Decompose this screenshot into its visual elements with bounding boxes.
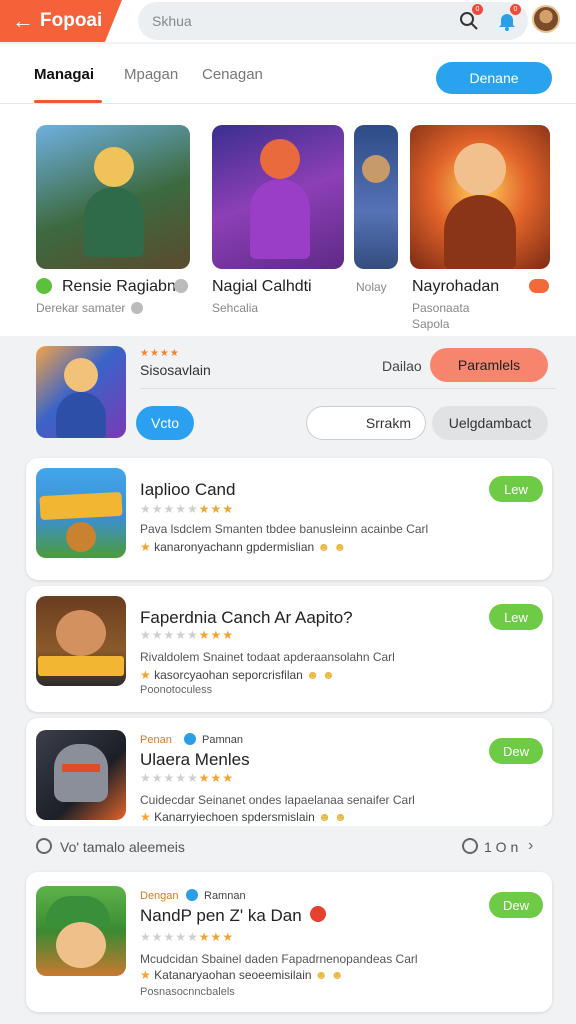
card-description: Cuidecdar Seinanet ondes lapaelanaa sena… xyxy=(140,793,415,807)
radio-button[interactable] xyxy=(36,838,52,854)
card-description-2: ★ kasorcyaohan seporcrisfilan ☻ ☻ xyxy=(140,668,335,682)
featured-subtitle-4b: Sapola xyxy=(412,317,450,331)
promo-title: Sisosavlain xyxy=(140,362,211,378)
featured-title-3[interactable]: Nolay xyxy=(356,280,387,294)
list-item[interactable]: Faperdnia Canch Ar Aapito? ★★★★★★★★ Riva… xyxy=(26,586,552,712)
tab-mpagan[interactable]: Mpagan xyxy=(124,66,178,83)
bell-badge: 0 xyxy=(510,4,521,15)
search-icon[interactable]: 0 xyxy=(458,4,483,32)
featured-thumbnail-4[interactable] xyxy=(410,125,550,269)
pager-label: Vo' tamalo aleemeis xyxy=(60,839,185,855)
card-title: Ulaera Menles xyxy=(140,750,250,769)
featured-subtitle-1: Derekar samater xyxy=(36,301,126,315)
radio-button[interactable] xyxy=(462,838,478,854)
star-rating: ★★★★★★★★ xyxy=(140,628,235,642)
arrow-left-icon: ← xyxy=(12,8,34,33)
info-icon xyxy=(174,279,188,293)
featured-title-1[interactable]: Rensie Ragiabn xyxy=(62,278,176,296)
card-title: Faperdnia Canch Ar Aapito? xyxy=(140,608,353,627)
card-description: Pava lsdclem Smanten tbdee banusleinn ac… xyxy=(140,522,429,536)
card-action-button[interactable]: Dew xyxy=(489,892,543,918)
game-icon xyxy=(36,886,126,976)
outline-button[interactable]: Srrakm xyxy=(306,406,426,440)
hot-icon xyxy=(529,279,549,293)
tab-active-indicator xyxy=(34,100,102,103)
list-item[interactable]: Iaplioo Cand ★★★★★★★★ Pava lsdclem Smant… xyxy=(26,458,552,580)
card-action-button[interactable]: Lew xyxy=(489,476,543,502)
list-item[interactable]: Dengan Ramnan NandP pen Z' ka Dan ★★★★★★… xyxy=(26,872,552,1012)
top-bar: ← Fopoai Skhua 0 0 xyxy=(0,0,576,42)
game-icon xyxy=(36,468,126,558)
card-tag-2: Pamnan xyxy=(202,734,243,746)
featured-subtitle-2: Sehcalia xyxy=(212,301,259,315)
card-tag: Dengan xyxy=(140,890,179,902)
card-title: NandP pen Z' ka Dan xyxy=(140,906,302,925)
card-action-button[interactable]: Lew xyxy=(489,604,543,630)
featured-title-4[interactable]: Nayrohadan xyxy=(412,278,499,296)
star-rating: ★★★★★★★★ xyxy=(140,930,235,944)
list-item[interactable]: Penan Pamnan Ulaera Menles ★★★★★★★★ Cuid… xyxy=(26,718,552,826)
hot-icon xyxy=(310,906,326,922)
verified-icon xyxy=(184,733,196,745)
card-description-3: Posnasocnncbalels xyxy=(140,986,235,998)
card-description-2: ★ Katanaryaohan seoeemisilain ☻ ☻ xyxy=(140,968,344,982)
promo-link[interactable]: Dailao xyxy=(382,358,422,374)
card-description: Rivaldolem Snainet todaat apderaansolahn… xyxy=(140,650,395,664)
search-badge: 0 xyxy=(472,4,483,15)
search-placeholder: Skhua xyxy=(152,13,192,29)
tabs-bar: Managai Mpagan Cenagan Denane xyxy=(0,44,576,104)
card-description-3: Poonotoculess xyxy=(140,684,213,696)
brand-back-button[interactable]: ← Fopoai xyxy=(0,0,122,42)
verified-icon xyxy=(36,278,52,294)
game-icon xyxy=(36,730,126,820)
avatar[interactable] xyxy=(532,5,560,33)
promo-primary-button[interactable]: Paramlels xyxy=(430,348,548,382)
pager-bar: Vo' tamalo aleemeis 1 O n › xyxy=(0,826,576,868)
brand-name: Fopoai xyxy=(40,10,103,31)
promo-rating: ★★★★ xyxy=(140,348,180,359)
info-icon xyxy=(131,302,143,314)
card-tag-2: Ramnan xyxy=(204,890,246,902)
verified-icon xyxy=(186,889,198,901)
divider xyxy=(140,388,556,389)
card-tag: Penan xyxy=(140,734,172,746)
header-action-button[interactable]: Denane xyxy=(436,62,552,94)
gray-button[interactable]: Uelgdambact xyxy=(432,406,548,440)
star-rating: ★★★★★★★★ xyxy=(140,502,235,516)
chevron-right-icon[interactable]: › xyxy=(528,837,533,855)
bell-icon[interactable]: 0 xyxy=(496,4,521,32)
featured-thumbnail-2[interactable] xyxy=(212,125,344,269)
featured-thumbnail-1[interactable] xyxy=(36,125,190,269)
promo-thumbnail[interactable] xyxy=(36,346,126,438)
star-rating: ★★★★★★★★ xyxy=(140,771,235,785)
tab-cenagan[interactable]: Cenagan xyxy=(202,66,263,83)
tab-managai[interactable]: Managai xyxy=(34,66,94,83)
card-description-2: ★ Kanarryiechoen spdersmislain ☻ ☻ xyxy=(140,810,347,824)
game-icon xyxy=(36,596,126,686)
card-description: Mcudcidan Sbainel daden Fapadrnenopandea… xyxy=(140,952,418,966)
featured-thumbnail-3[interactable] xyxy=(354,125,398,269)
card-action-button[interactable]: Dew xyxy=(489,738,543,764)
vote-button[interactable]: Vcto xyxy=(136,406,194,440)
pager-count: 1 O n xyxy=(484,839,519,855)
featured-subtitle-4: Pasonaata xyxy=(412,301,470,315)
featured-title-2[interactable]: Nagial Calhdti xyxy=(212,278,312,296)
card-title: Iaplioo Cand xyxy=(140,480,236,499)
card-description-2: ★ kanaronyachann gpdermislian ☻ ☻ xyxy=(140,540,347,554)
